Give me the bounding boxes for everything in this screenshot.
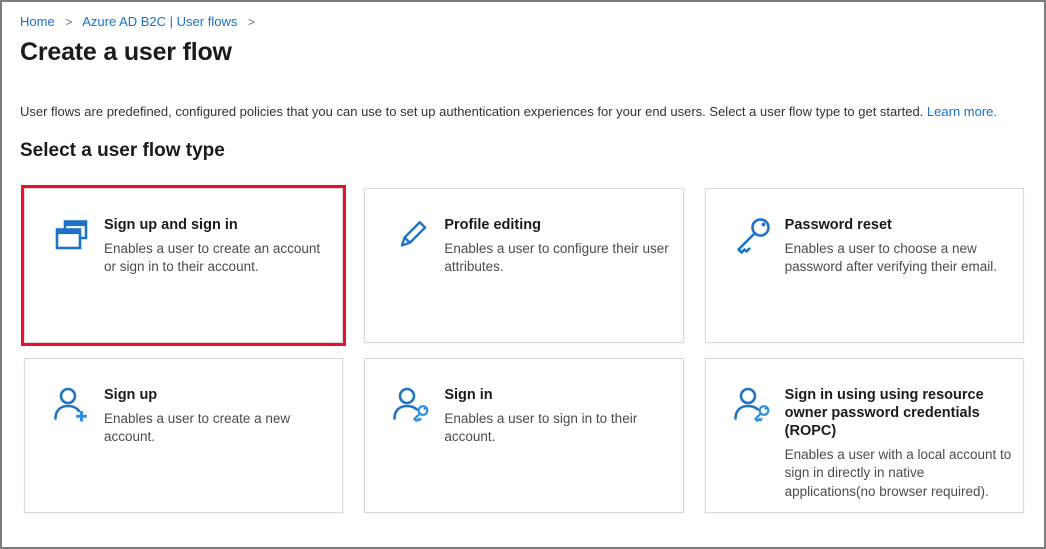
card-title: Profile editing bbox=[444, 216, 672, 234]
pencil-icon bbox=[392, 215, 432, 255]
card-description: Enables a user to create an account or s… bbox=[104, 240, 332, 276]
person-add-icon bbox=[52, 385, 92, 425]
breadcrumb-link-azure-ad-b2c-user-flows[interactable]: Azure AD B2C | User flows bbox=[82, 14, 237, 29]
card-description: Enables a user to create a new account. bbox=[104, 410, 332, 446]
card-description: Enables a user to sign in to their accou… bbox=[444, 410, 672, 446]
card-title: Sign in bbox=[444, 386, 672, 404]
user-flow-type-cards: Sign up and sign in Enables a user to cr… bbox=[24, 188, 1024, 513]
card-description: Enables a user to choose a new password … bbox=[785, 240, 1013, 276]
card-profile-editing[interactable]: Profile editing Enables a user to config… bbox=[364, 188, 683, 343]
card-description: Enables a user to configure their user a… bbox=[444, 240, 672, 276]
card-sign-in[interactable]: Sign in Enables a user to sign in to the… bbox=[364, 358, 683, 513]
card-sign-up[interactable]: Sign up Enables a user to create a new a… bbox=[24, 358, 343, 513]
card-title: Sign in using using resource owner passw… bbox=[785, 386, 1013, 440]
card-description: Enables a user with a local account to s… bbox=[785, 446, 1013, 501]
key-icon bbox=[733, 215, 773, 255]
card-title: Sign up and sign in bbox=[104, 216, 332, 234]
breadcrumb: Home > Azure AD B2C | User flows > bbox=[20, 14, 1024, 29]
card-title: Password reset bbox=[785, 216, 1013, 234]
create-user-flow-page: Home > Azure AD B2C | User flows > Creat… bbox=[2, 2, 1044, 513]
learn-more-link[interactable]: Learn more. bbox=[927, 104, 997, 119]
section-heading: Select a user flow type bbox=[20, 140, 1024, 162]
breadcrumb-separator-icon: > bbox=[65, 15, 72, 29]
windows-stack-icon bbox=[52, 215, 92, 255]
breadcrumb-link-home[interactable]: Home bbox=[20, 14, 55, 29]
page-description-text: User flows are predefined, configured po… bbox=[20, 104, 923, 119]
page-description: User flows are predefined, configured po… bbox=[20, 104, 1024, 121]
card-sign-up-and-sign-in[interactable]: Sign up and sign in Enables a user to cr… bbox=[24, 188, 343, 343]
card-title: Sign up bbox=[104, 386, 332, 404]
card-sign-in-ropc[interactable]: Sign in using using resource owner passw… bbox=[705, 358, 1024, 513]
breadcrumb-separator-icon: > bbox=[248, 15, 255, 29]
card-password-reset[interactable]: Password reset Enables a user to choose … bbox=[705, 188, 1024, 343]
person-key-icon bbox=[392, 385, 432, 425]
person-key-icon bbox=[733, 385, 773, 425]
page-title: Create a user flow bbox=[20, 38, 1024, 67]
